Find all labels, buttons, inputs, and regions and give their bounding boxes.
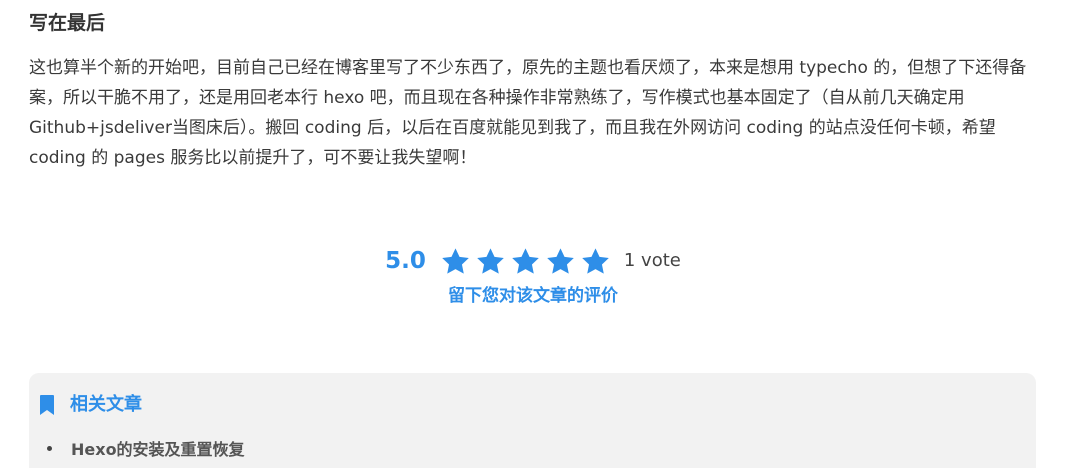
bullet — [47, 445, 52, 451]
rating-block: 5.0 1 vote 留下您对该文章的评价 — [0, 240, 1066, 308]
bookmark-icon — [40, 395, 54, 415]
list-item: Hexo的安装及重置恢复 — [47, 437, 245, 459]
star-icon[interactable] — [545, 246, 576, 277]
star-icon[interactable] — [580, 246, 611, 277]
related-posts-header: 相关文章 — [40, 393, 142, 417]
related-posts-title: 相关文章 — [70, 394, 142, 415]
related-posts-list: Hexo的安装及重置恢复 — [47, 437, 245, 459]
star-icon[interactable] — [440, 246, 471, 277]
related-posts-panel: 相关文章 Hexo的安装及重置恢复 — [29, 373, 1036, 468]
related-post-link[interactable]: Hexo的安装及重置恢复 — [71, 436, 245, 460]
star-rating — [440, 246, 615, 277]
star-icon[interactable] — [475, 246, 506, 277]
article-paragraph: 这也算半个新的开始吧，目前自己已经在博客里写了不少东西了，原先的主题也看厌烦了，… — [29, 58, 1027, 168]
page: 写在最后 这也算半个新的开始吧，目前自己已经在博客里写了不少东西了，原先的主题也… — [0, 0, 1066, 468]
section-heading: 写在最后 — [29, 12, 106, 34]
rate-article-link[interactable]: 留下您对该文章的评价 — [448, 284, 618, 308]
rating-score: 5.0 — [385, 248, 426, 274]
rating-row: 5.0 1 vote — [385, 240, 681, 282]
vote-count: 1 vote — [623, 250, 681, 271]
star-icon[interactable] — [510, 246, 541, 277]
